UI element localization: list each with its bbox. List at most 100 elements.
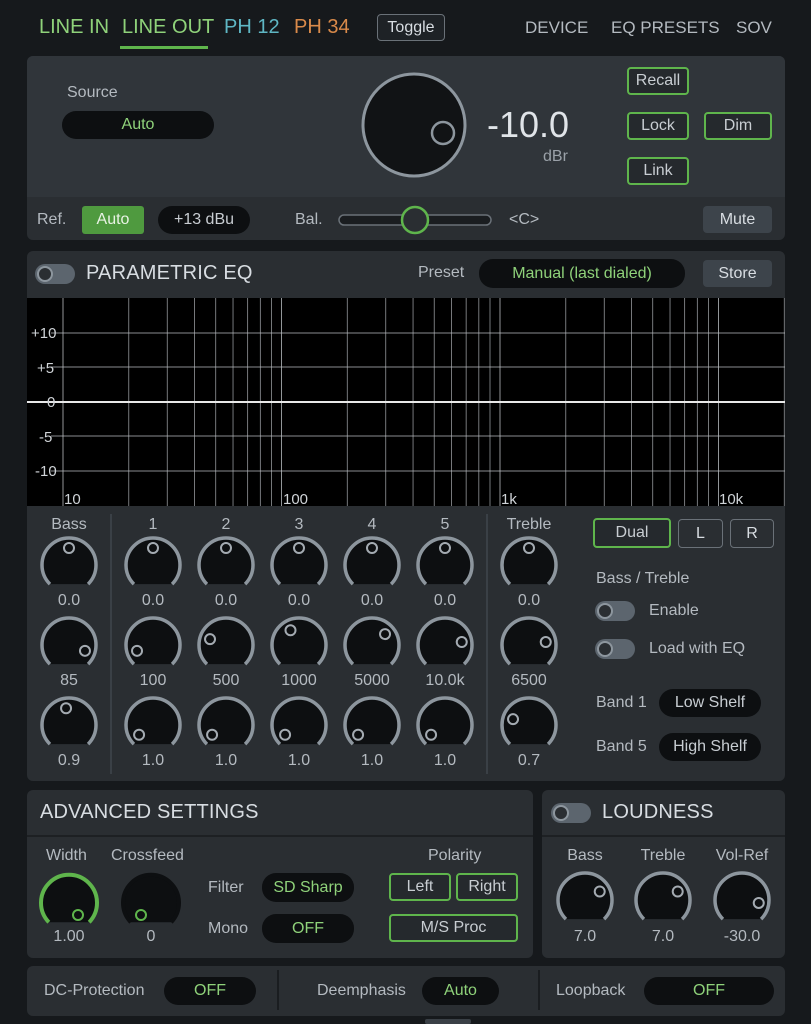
nav-eq-presets[interactable]: EQ PRESETS <box>611 18 720 38</box>
footer-divider <box>538 970 540 1010</box>
eq-y-label: +10 <box>31 325 56 342</box>
width-label: Width <box>46 847 87 864</box>
left-channel-button[interactable]: L <box>678 519 723 548</box>
volume-knob[interactable] <box>359 70 469 180</box>
band4-gain-knob[interactable] <box>340 533 404 597</box>
advanced-header-divider <box>27 835 533 837</box>
tab-line-out[interactable]: LINE OUT <box>122 16 214 39</box>
eq-graph: +10 +5 0 -5 -10 10 100 1k 10k <box>27 298 785 506</box>
dim-button[interactable]: Dim <box>704 112 772 140</box>
polarity-right-button[interactable]: Right <box>456 873 518 901</box>
bass-treble-enable-toggle[interactable] <box>595 601 635 621</box>
band5-type-select[interactable]: High Shelf <box>659 733 761 761</box>
crossfeed-value: 0 <box>146 928 156 945</box>
eq-x-label: 100 <box>283 491 308 506</box>
band3-freq-knob[interactable] <box>267 613 331 677</box>
band1-q-knob[interactable] <box>121 693 185 757</box>
toggle-button[interactable]: Toggle <box>377 14 445 41</box>
band5-label: Band 5 <box>596 738 647 755</box>
balance-value: <C> <box>509 211 540 228</box>
polarity-left-button[interactable]: Left <box>389 873 451 901</box>
recall-button[interactable]: Recall <box>627 67 689 95</box>
treble-freq-knob[interactable] <box>497 613 561 677</box>
nav-sov[interactable]: SOV <box>736 18 772 38</box>
load-with-eq-toggle[interactable] <box>595 639 635 659</box>
ms-proc-button[interactable]: M/S Proc <box>389 914 518 942</box>
band5-gain-knob[interactable] <box>413 533 477 597</box>
store-button[interactable]: Store <box>703 260 772 287</box>
peq-enable-toggle[interactable] <box>35 264 75 284</box>
bass-gain-value: 0.0 <box>57 592 81 609</box>
advanced-title: ADVANCED SETTINGS <box>40 801 259 823</box>
ref-label: Ref. <box>37 211 67 228</box>
treble-gain-knob[interactable] <box>497 533 561 597</box>
filter-label: Filter <box>208 879 244 896</box>
dc-protection-select[interactable]: OFF <box>164 977 256 1005</box>
eq-x-label: 10k <box>719 491 744 506</box>
tab-ph12[interactable]: PH 12 <box>224 16 280 39</box>
treble-freq-value: 6500 <box>511 672 547 689</box>
loudness-volref-value: -30.0 <box>723 928 761 945</box>
band5-q-value: 1.0 <box>433 752 457 769</box>
crossfeed-knob[interactable] <box>119 870 183 934</box>
nav-device[interactable]: DEVICE <box>525 18 588 38</box>
bass-freq-knob[interactable] <box>37 613 101 677</box>
band-divider <box>110 514 112 774</box>
bass-gain-knob[interactable] <box>37 533 101 597</box>
lock-button[interactable]: Lock <box>627 112 689 140</box>
deemphasis-select[interactable]: Auto <box>422 977 499 1005</box>
band1-gain-knob[interactable] <box>121 533 185 597</box>
dc-protection-label: DC-Protection <box>44 982 145 999</box>
band4-q-knob[interactable] <box>340 693 404 757</box>
preset-select[interactable]: Manual (last dialed) <box>479 259 685 288</box>
band5-freq-knob[interactable] <box>413 613 477 677</box>
filter-select[interactable]: SD Sharp <box>262 873 354 902</box>
band2-freq-knob[interactable] <box>194 613 258 677</box>
band1-gain-value: 0.0 <box>141 592 165 609</box>
loopback-select[interactable]: OFF <box>644 977 774 1005</box>
loudness-bass-label: Bass <box>567 847 603 864</box>
band-header-4: 4 <box>367 516 377 533</box>
tab-ph34[interactable]: PH 34 <box>294 16 350 39</box>
band3-q-value: 1.0 <box>287 752 311 769</box>
band2-q-knob[interactable] <box>194 693 258 757</box>
loudness-enable-toggle[interactable] <box>551 803 591 823</box>
loudness-treble-knob[interactable] <box>631 868 695 932</box>
band2-gain-knob[interactable] <box>194 533 258 597</box>
loudness-volref-knob[interactable] <box>710 868 774 932</box>
band1-label: Band 1 <box>596 694 647 711</box>
tab-line-in[interactable]: LINE IN <box>39 16 109 39</box>
band4-freq-value: 5000 <box>354 672 390 689</box>
band1-q-value: 1.0 <box>141 752 165 769</box>
band1-type-select[interactable]: Low Shelf <box>659 689 761 717</box>
deemphasis-label: Deemphasis <box>317 982 406 999</box>
source-select[interactable]: Auto <box>62 111 214 139</box>
treble-q-knob[interactable] <box>497 693 561 757</box>
band4-freq-knob[interactable] <box>340 613 404 677</box>
loudness-treble-value: 7.0 <box>651 928 675 945</box>
right-channel-button[interactable]: R <box>730 519 774 548</box>
width-knob[interactable] <box>37 870 101 934</box>
dual-button[interactable]: Dual <box>593 518 671 548</box>
band3-gain-knob[interactable] <box>267 533 331 597</box>
loopback-label: Loopback <box>556 982 626 999</box>
band5-q-knob[interactable] <box>413 693 477 757</box>
band3-q-knob[interactable] <box>267 693 331 757</box>
eq-y-label: 0 <box>47 394 55 411</box>
bass-q-knob[interactable] <box>37 693 101 757</box>
loudness-treble-label: Treble <box>640 847 686 864</box>
ref-level-select[interactable]: +13 dBu <box>158 206 250 234</box>
band-header-5: 5 <box>440 516 450 533</box>
band1-freq-knob[interactable] <box>121 613 185 677</box>
balance-slider[interactable] <box>336 204 494 236</box>
mono-select[interactable]: OFF <box>262 914 354 943</box>
loudness-bass-knob[interactable] <box>553 868 617 932</box>
band5-freq-value: 10.0k <box>425 672 465 689</box>
top-nav: LINE IN LINE OUT PH 12 PH 34 Toggle DEVI… <box>0 0 811 52</box>
mute-button[interactable]: Mute <box>703 206 772 233</box>
treble-q-value: 0.7 <box>517 752 541 769</box>
volume-value: -10.0 <box>487 104 570 145</box>
link-button[interactable]: Link <box>627 157 689 185</box>
ref-auto-button[interactable]: Auto <box>82 206 144 234</box>
bass-treble-label: Bass / Treble <box>596 570 690 587</box>
